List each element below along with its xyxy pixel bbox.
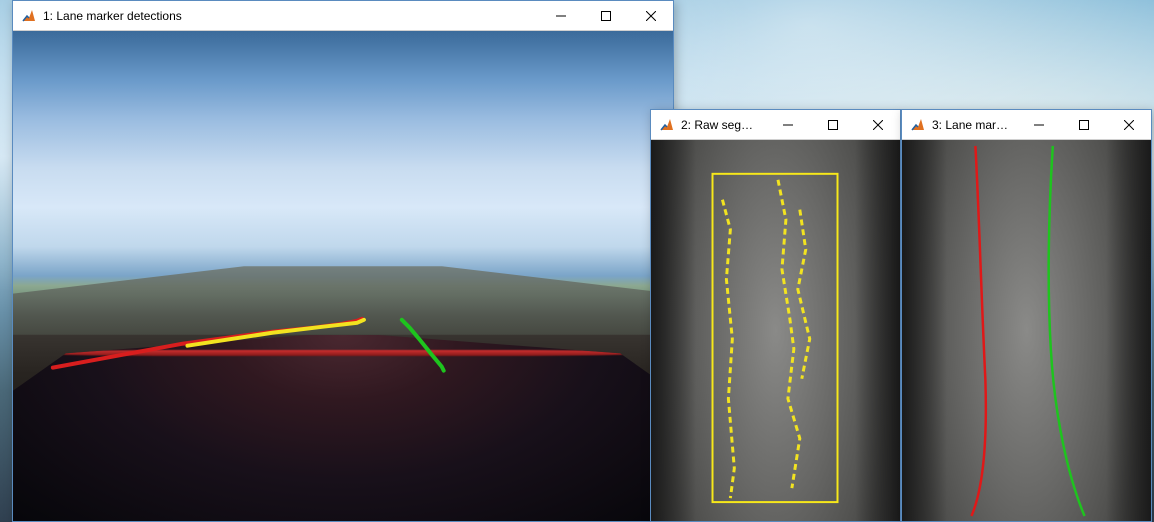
figure-window-2: 2: Raw segme...	[650, 109, 901, 522]
segment-overlay	[651, 140, 900, 521]
raw-segment-0	[722, 200, 734, 498]
raw-segment-1	[778, 180, 800, 488]
maximize-button[interactable]	[583, 1, 628, 30]
figure-canvas	[651, 140, 900, 521]
titlebar[interactable]: 1: Lane marker detections	[13, 1, 673, 31]
figure-canvas	[13, 31, 673, 521]
lanefit-overlay	[902, 140, 1151, 521]
lane-left-inner	[187, 320, 363, 346]
matlab-icon	[21, 8, 37, 24]
close-button[interactable]	[628, 1, 673, 30]
titlebar[interactable]: 2: Raw segme...	[651, 110, 900, 140]
close-button[interactable]	[1106, 110, 1151, 139]
minimize-button[interactable]	[765, 110, 810, 139]
maximize-button[interactable]	[1061, 110, 1106, 139]
window-title: 1: Lane marker detections	[43, 9, 538, 23]
close-button[interactable]	[855, 110, 900, 139]
window-title: 2: Raw segme...	[681, 118, 765, 132]
raw-segment-2	[798, 210, 810, 379]
window-title: 3: Lane marke...	[932, 118, 1016, 132]
lane-overlay	[13, 31, 673, 521]
figure-window-3: 3: Lane marke...	[901, 109, 1152, 522]
maximize-button[interactable]	[810, 110, 855, 139]
lane-curve-0	[971, 146, 985, 516]
matlab-icon	[659, 117, 675, 133]
matlab-icon	[910, 117, 926, 133]
minimize-button[interactable]	[1016, 110, 1061, 139]
figure-window-1: 1: Lane marker detections	[12, 0, 674, 522]
lane-right	[402, 320, 444, 371]
lane-curve-1	[1049, 146, 1085, 516]
figure-canvas	[902, 140, 1151, 521]
minimize-button[interactable]	[538, 1, 583, 30]
titlebar[interactable]: 3: Lane marke...	[902, 110, 1151, 140]
